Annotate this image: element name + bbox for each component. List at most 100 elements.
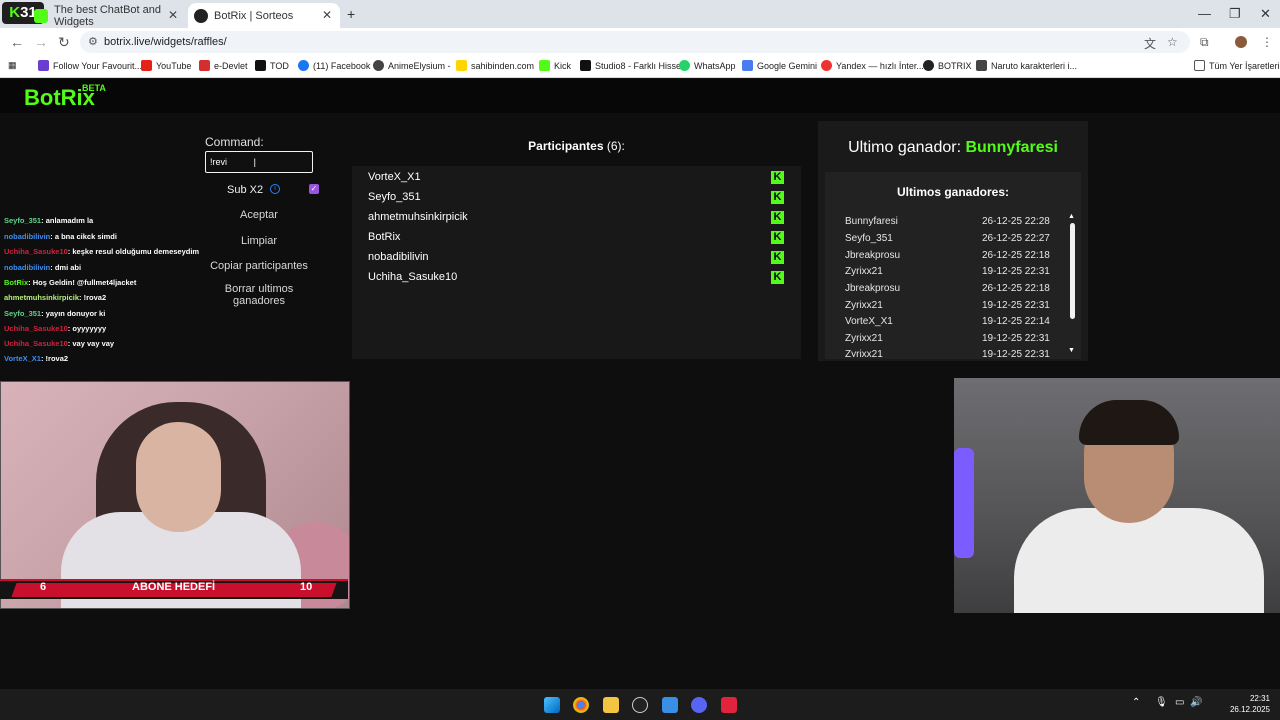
winner-name: VorteX_X1: [845, 316, 893, 327]
tod-icon: [255, 60, 266, 71]
youtube-icon: [141, 60, 152, 71]
taskbar: ⌃ 🎙 ▭ 🔊 22:31 26.12.2025: [0, 689, 1280, 720]
site-info-icon[interactable]: ⚙: [88, 31, 98, 53]
facebook-icon: [298, 60, 309, 71]
winner-date: 19-12-25 22:31: [982, 266, 1050, 277]
bookmark-item[interactable]: sahibinden.com: [456, 60, 534, 71]
scrollbar-thumb[interactable]: [1070, 223, 1075, 319]
bookmark-item[interactable]: WhatsApp: [679, 60, 736, 71]
sub-x2-label: Sub X2: [227, 184, 264, 196]
reload-icon[interactable]: ↻: [58, 34, 70, 51]
avatar[interactable]: [1235, 36, 1247, 48]
participant-row: VorteX_X1: [368, 171, 421, 183]
back-icon[interactable]: ←: [10, 34, 24, 50]
winner-name: Jbreakprosu: [845, 283, 901, 294]
tab-chatbot[interactable]: The best ChatBot and Widgets ✕: [28, 3, 186, 28]
app-icon[interactable]: [662, 697, 678, 713]
app-icon[interactable]: [721, 697, 737, 713]
apps-icon[interactable]: ▦: [8, 60, 17, 71]
winner-date: 19-12-25 22:31: [982, 333, 1050, 344]
bookmark-item[interactable]: YouTube: [141, 60, 191, 71]
obs-icon[interactable]: [632, 697, 648, 713]
last-winner-heading: Ultimo ganador: Bunnyfaresi: [818, 139, 1088, 157]
bookmark-item[interactable]: (11) Facebook: [298, 60, 370, 71]
clock-time[interactable]: 22:31: [1220, 694, 1270, 703]
accept-button[interactable]: Aceptar: [205, 209, 313, 221]
chat-username: Uchiha_Sasuke10: [4, 324, 68, 333]
kick-icon: K: [771, 271, 784, 284]
forward-icon[interactable]: →: [34, 34, 48, 50]
kick-icon: K: [771, 191, 784, 204]
clock-date[interactable]: 26.12.2025: [1200, 705, 1270, 714]
network-icon[interactable]: ▭: [1175, 697, 1184, 708]
info-icon[interactable]: i: [270, 184, 280, 194]
chat-text: : oyyyyyyy: [67, 324, 107, 333]
bookmark-icon: [38, 60, 49, 71]
all-bookmarks[interactable]: Tüm Yer İşaretleri: [1194, 60, 1280, 71]
chat-message: BotRix: Hoş Geldin! @fullmet4ljacket: [4, 278, 136, 287]
scroll-up-icon[interactable]: ▲: [1068, 213, 1075, 220]
app-header: BotRix BETA: [0, 79, 1280, 113]
bookmark-item[interactable]: Follow Your Favourit...: [38, 60, 142, 71]
windows-start-icon[interactable]: [544, 697, 560, 713]
clear-winners-button[interactable]: Borrar ultimos ganadores: [205, 283, 313, 307]
microphone-icon[interactable]: 🎙: [1155, 697, 1168, 708]
bookmark-item[interactable]: BOTRIX: [923, 60, 972, 71]
chat-username: nobadibilivin: [4, 263, 51, 272]
address-bar[interactable]: ⚙ botrix.live/widgets/raffles/: [80, 31, 1190, 53]
chat-text: : !rova2: [40, 354, 69, 363]
participant-row: Seyfo_351: [368, 191, 421, 203]
bookmark-item[interactable]: e-Devlet: [199, 60, 248, 71]
bookmark-item[interactable]: Kick: [539, 60, 571, 71]
bookmark-item[interactable]: AnimeElysium -: [373, 60, 451, 71]
tab-strip: K31 The best ChatBot and Widgets ✕ BotRi…: [0, 0, 1280, 28]
chat-username: BotRix: [4, 278, 29, 287]
bookmark-item[interactable]: Studio8 - Farklı Hisset: [580, 60, 684, 71]
minimize-button[interactable]: —: [1198, 6, 1211, 21]
kick-icon: K: [771, 211, 784, 224]
chat-text: : anlamadım la: [41, 216, 94, 225]
sub-x2-checkbox[interactable]: ✓: [309, 184, 319, 194]
bookmark-item[interactable]: Naruto karakterleri i...: [976, 60, 1077, 71]
whatsapp-icon: [679, 60, 690, 71]
command-input[interactable]: [205, 151, 313, 173]
chat-message: Uchiha_Sasuke10: vay vay vay: [4, 339, 114, 348]
participant-row: nobadibilivin: [368, 251, 429, 263]
chevron-up-icon[interactable]: ⌃: [1132, 697, 1140, 708]
chat-message: ahmetmuhsinkirpicik: !rova2: [4, 293, 106, 302]
winner-name: Zyrixx21: [845, 266, 883, 277]
beta-badge: BETA: [82, 83, 106, 93]
menu-icon[interactable]: ⋮: [1261, 35, 1273, 49]
winner-name: Jbreakprosu: [845, 250, 901, 261]
close-icon[interactable]: ✕: [168, 8, 178, 22]
close-icon[interactable]: ✕: [322, 8, 332, 22]
close-window-button[interactable]: ✕: [1260, 6, 1271, 22]
extensions-icon[interactable]: ⧉: [1200, 35, 1209, 50]
maximize-button[interactable]: ❐: [1229, 6, 1241, 22]
goal-target: 10: [300, 581, 313, 593]
gemini-icon: [742, 60, 753, 71]
sahibinden-icon: [456, 60, 467, 71]
bookmark-item[interactable]: Yandex — hızlı İnter...: [821, 60, 924, 71]
bookmark-item[interactable]: Google Gemini: [742, 60, 817, 71]
goal-label: ABONE HEDEFİ: [132, 581, 216, 593]
new-tab-button[interactable]: +: [347, 6, 355, 22]
clear-button[interactable]: Limpiar: [205, 235, 313, 247]
winner-name: Seyfo_351: [845, 233, 893, 244]
scroll-down-icon[interactable]: ▼: [1068, 347, 1075, 354]
chrome-icon[interactable]: [573, 697, 589, 713]
star-icon[interactable]: ☆: [1167, 35, 1178, 49]
winner-date: 19-12-25 22:14: [982, 316, 1050, 327]
winner-name: Zyrixx21: [845, 349, 883, 357]
tab-botrix-sorteos[interactable]: BotRix | Sorteos ✕: [188, 3, 340, 28]
file-explorer-icon[interactable]: [603, 697, 619, 713]
bookmark-item[interactable]: TOD: [255, 60, 289, 71]
winner-date: 26-12-25 22:18: [982, 283, 1050, 294]
chat-message: VorteX_X1: !rova2: [4, 354, 68, 363]
copy-participants-button[interactable]: Copiar participantes: [205, 260, 313, 272]
tab-title: The best ChatBot and Widgets: [54, 3, 162, 28]
chat-username: VorteX_X1: [4, 354, 41, 363]
chat-text: : !rova2: [79, 293, 107, 302]
discord-icon[interactable]: [691, 697, 707, 713]
translate-icon[interactable]: 文: [1144, 35, 1156, 52]
